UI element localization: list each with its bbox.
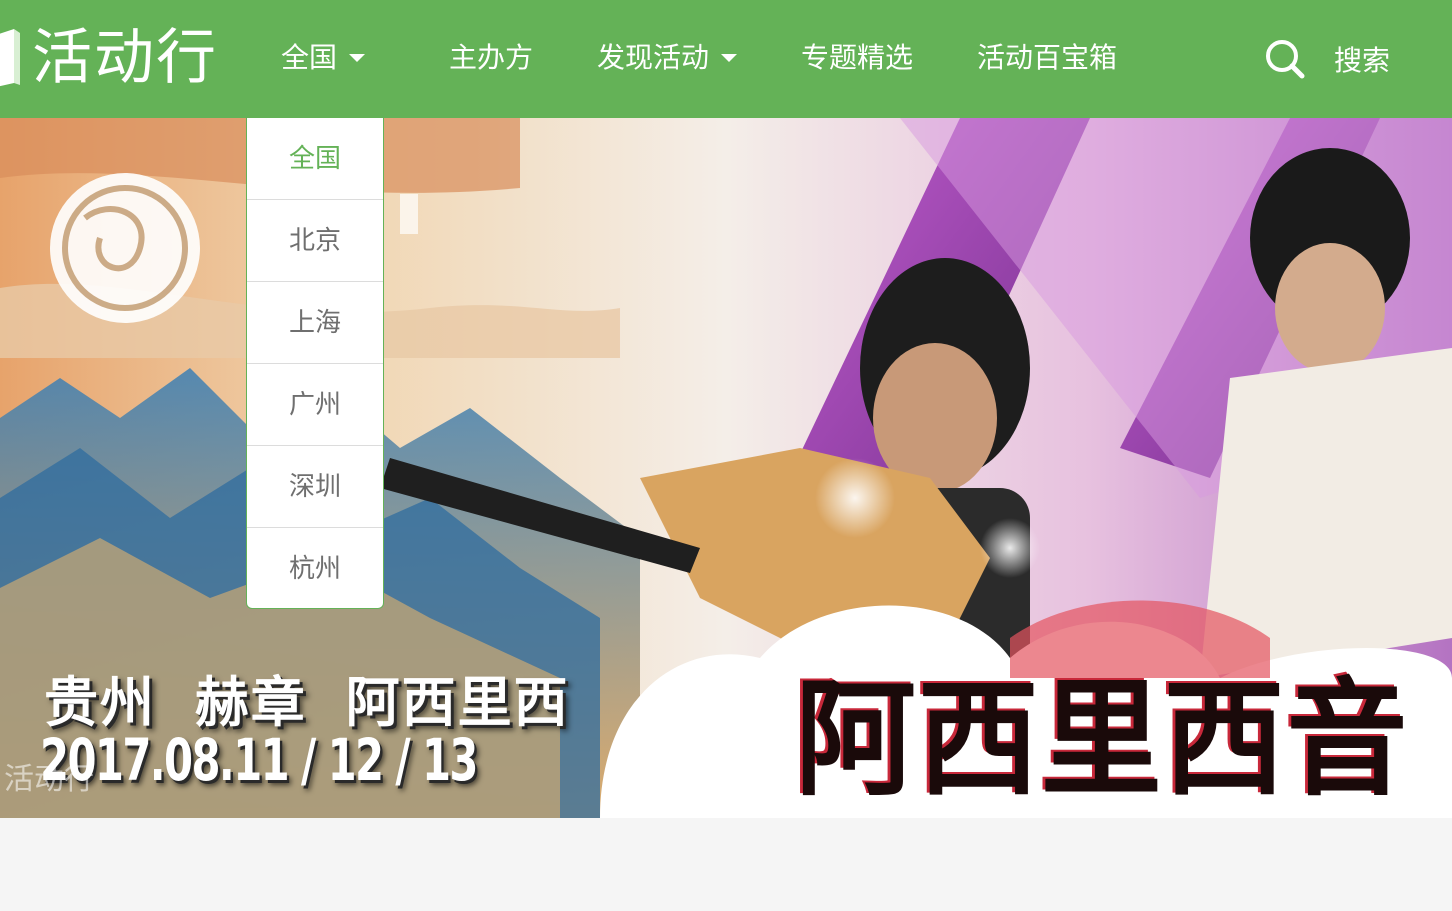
site-logo[interactable]: 活动行	[0, 18, 218, 98]
nav-toolbox[interactable]: 活动百宝箱	[977, 0, 1117, 118]
chevron-down-icon	[349, 53, 366, 62]
chevron-down-icon	[721, 53, 738, 62]
logo-text: 活动行	[32, 23, 218, 93]
nav-topics[interactable]: 专题精选	[801, 0, 913, 118]
city-option-hangzhou[interactable]: 杭州	[247, 528, 383, 608]
banner-date-text: 2017.08.11 / 12 / 13	[40, 726, 478, 794]
nav-toolbox-label: 活动百宝箱	[977, 41, 1118, 74]
search-label: 搜索	[1334, 44, 1391, 77]
city-option-shanghai[interactable]: 上海	[247, 282, 383, 364]
city-dropdown-menu: 全国 北京 上海 广州 深圳 杭州	[246, 118, 384, 609]
city-option-guangzhou[interactable]: 广州	[247, 364, 383, 446]
nav-discover[interactable]: 发现活动	[597, 0, 738, 118]
nav-organizer[interactable]: 主办方	[449, 0, 533, 118]
banner-title: 阿西里西音	[795, 666, 1410, 813]
top-navbar: 活动行 全国 主办方 发现活动 专题精选 活动百宝箱 搜索	[0, 0, 1452, 118]
search-icon	[1266, 40, 1305, 79]
page-content-area	[0, 818, 1452, 911]
nav-region-label: 全国	[281, 41, 338, 74]
nav-organizer-label: 主办方	[449, 41, 534, 74]
logo-book-icon	[0, 29, 20, 87]
city-option-beijing[interactable]: 北京	[247, 200, 383, 282]
hero-banner[interactable]: 贵州 赫章 阿西里西 2017.08.11 / 12 / 13 阿西里西音 活动…	[0, 118, 1452, 818]
banner-watermark: 活动行	[4, 762, 94, 797]
city-option-all[interactable]: 全国	[247, 118, 383, 200]
nav-discover-label: 发现活动	[597, 41, 710, 74]
search-button[interactable]: 搜索	[1264, 0, 1390, 118]
nav-topics-label: 专题精选	[801, 41, 914, 74]
city-option-shenzhen[interactable]: 深圳	[247, 446, 383, 528]
nav-region-select[interactable]: 全国	[281, 0, 366, 118]
